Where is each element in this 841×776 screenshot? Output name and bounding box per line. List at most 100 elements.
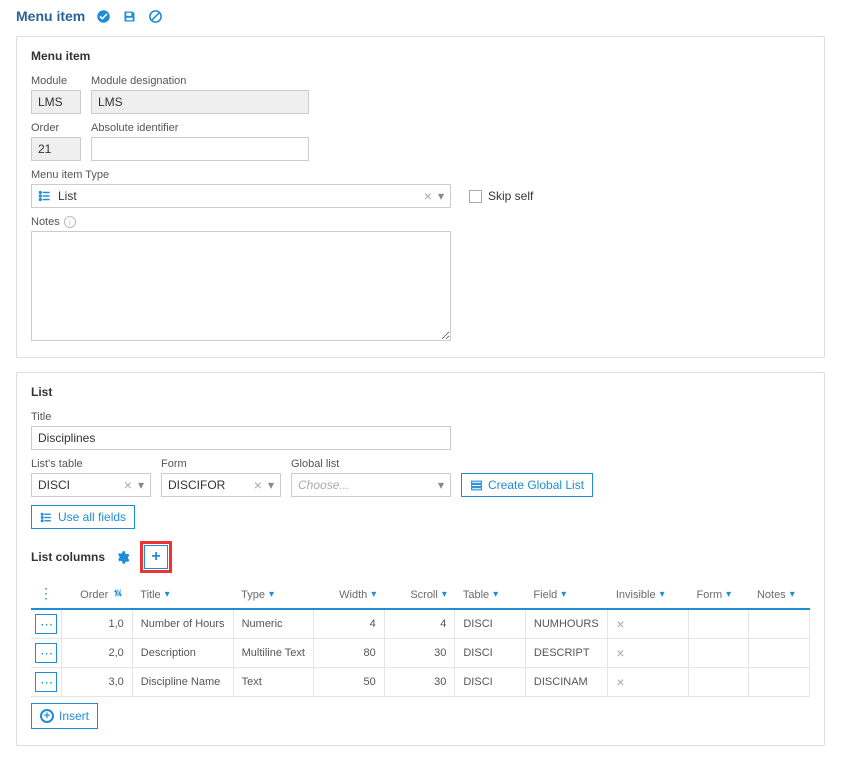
chevron-down-icon: ▾ (660, 589, 665, 600)
chevron-down-icon: ▾ (790, 589, 795, 600)
clear-icon[interactable]: × (124, 478, 132, 492)
cell-title: Description (132, 639, 233, 668)
col-table[interactable]: Table▾ (455, 581, 526, 609)
table-row: ⋯ 3,0 Discipline Name Text 50 30 DISCI D… (31, 668, 810, 697)
chevron-down-icon: ▾ (371, 589, 376, 600)
cell-type: Numeric (233, 609, 314, 639)
cell-type: Multiline Text (233, 639, 314, 668)
col-form[interactable]: Form▾ (689, 581, 749, 609)
add-column-button[interactable]: + (144, 545, 168, 569)
create-global-list-label: Create Global List (488, 478, 584, 492)
chevron-down-icon: ▾ (269, 589, 274, 600)
global-list-placeholder: Choose... (298, 478, 438, 492)
cancel-icon[interactable] (147, 8, 163, 24)
list-icon (38, 189, 52, 203)
cell-order: 3,0 (62, 668, 133, 697)
plus-icon: + (40, 709, 54, 723)
info-icon[interactable]: i (64, 216, 76, 228)
insert-button[interactable]: + Insert (31, 703, 98, 729)
cell-table: DISCI (455, 609, 526, 639)
chevron-down-icon: ▾ (165, 589, 170, 600)
module-designation-field (91, 90, 309, 114)
global-list-select[interactable]: Choose... ▾ (291, 473, 451, 497)
notes-label: Notes i (31, 216, 810, 228)
save-icon[interactable] (121, 8, 137, 24)
cell-form (689, 609, 749, 639)
cell-notes (749, 668, 810, 697)
cell-table: DISCI (455, 668, 526, 697)
gear-icon[interactable] (115, 550, 130, 565)
col-invisible[interactable]: Invisible▾ (608, 581, 689, 609)
use-all-fields-button[interactable]: Use all fields (31, 505, 135, 529)
absolute-identifier-field[interactable] (91, 137, 309, 161)
close-icon[interactable]: × (616, 616, 624, 632)
list-columns-table: ⋮ Order Title▾ Type▾ Width▾ Scroll▾ Tabl… (31, 581, 810, 697)
cell-title: Discipline Name (132, 668, 233, 697)
list-columns-title: List columns (31, 550, 105, 564)
menu-item-type-label: Menu item Type (31, 169, 810, 181)
cell-order: 2,0 (62, 639, 133, 668)
table-row: ⋯ 1,0 Number of Hours Numeric 4 4 DISCI … (31, 609, 810, 639)
order-field (31, 137, 81, 161)
confirm-icon[interactable] (95, 8, 111, 24)
close-icon[interactable]: × (616, 645, 624, 661)
col-scroll[interactable]: Scroll▾ (384, 581, 455, 609)
cell-order: 1,0 (62, 609, 133, 639)
notes-textarea[interactable] (31, 231, 451, 341)
col-width[interactable]: Width▾ (314, 581, 385, 609)
col-notes[interactable]: Notes▾ (749, 581, 810, 609)
cell-field: NUMHOURS (525, 609, 607, 639)
cell-field: DESCRIPT (525, 639, 607, 668)
skip-self-checkbox[interactable] (469, 190, 482, 203)
module-designation-label: Module designation (91, 75, 309, 87)
col-field[interactable]: Field▾ (525, 581, 607, 609)
cell-scroll: 30 (384, 639, 455, 668)
create-global-list-button[interactable]: Create Global List (461, 473, 593, 497)
menu-item-panel: Menu item Module Module designation Orde… (16, 36, 825, 358)
cell-invisible: × (608, 639, 689, 668)
chevron-down-icon[interactable]: ▾ (138, 478, 144, 492)
menu-item-panel-title: Menu item (31, 49, 810, 63)
cell-width: 50 (314, 668, 385, 697)
cell-table: DISCI (455, 639, 526, 668)
global-list-label: Global list (291, 458, 451, 470)
cell-field: DISCINAM (525, 668, 607, 697)
chevron-down-icon[interactable]: ▾ (268, 478, 274, 492)
chevron-down-icon: ▾ (561, 589, 566, 600)
add-column-highlight: + (140, 541, 172, 573)
col-type[interactable]: Type▾ (233, 581, 314, 609)
col-order[interactable]: Order (62, 581, 133, 609)
row-actions-button[interactable]: ⋯ (35, 614, 57, 634)
cell-width: 4 (314, 609, 385, 639)
title-field[interactable] (31, 426, 451, 450)
lists-table-select[interactable]: DISCI × ▾ (31, 473, 151, 497)
clear-icon[interactable]: × (424, 189, 432, 203)
order-label: Order (31, 122, 81, 134)
insert-label: Insert (59, 709, 89, 723)
form-value: DISCIFOR (168, 478, 254, 492)
chevron-down-icon[interactable]: ▾ (438, 189, 444, 203)
chevron-down-icon: ▾ (442, 589, 447, 600)
row-actions-button[interactable]: ⋯ (35, 672, 57, 692)
clear-icon[interactable]: × (254, 478, 262, 492)
page-title: Menu item (16, 8, 85, 24)
table-row: ⋯ 2,0 Description Multiline Text 80 30 D… (31, 639, 810, 668)
lists-table-value: DISCI (38, 478, 124, 492)
row-actions-button[interactable]: ⋯ (35, 643, 57, 663)
drag-handle-icon[interactable]: ⋮ (39, 585, 53, 601)
use-all-fields-label: Use all fields (58, 510, 126, 524)
col-title[interactable]: Title▾ (132, 581, 233, 609)
form-label: Form (161, 458, 281, 470)
cell-scroll: 30 (384, 668, 455, 697)
cell-type: Text (233, 668, 314, 697)
close-icon[interactable]: × (616, 674, 624, 690)
chevron-down-icon: ▾ (493, 589, 498, 600)
form-select[interactable]: DISCIFOR × ▾ (161, 473, 281, 497)
module-label: Module (31, 75, 81, 87)
module-field (31, 90, 81, 114)
chevron-down-icon[interactable]: ▾ (438, 478, 444, 492)
list-panel: List Title List's table DISCI × ▾ Form D… (16, 372, 825, 746)
sort-icon[interactable] (112, 587, 124, 602)
cell-width: 80 (314, 639, 385, 668)
menu-item-type-select[interactable]: List × ▾ (31, 184, 451, 208)
